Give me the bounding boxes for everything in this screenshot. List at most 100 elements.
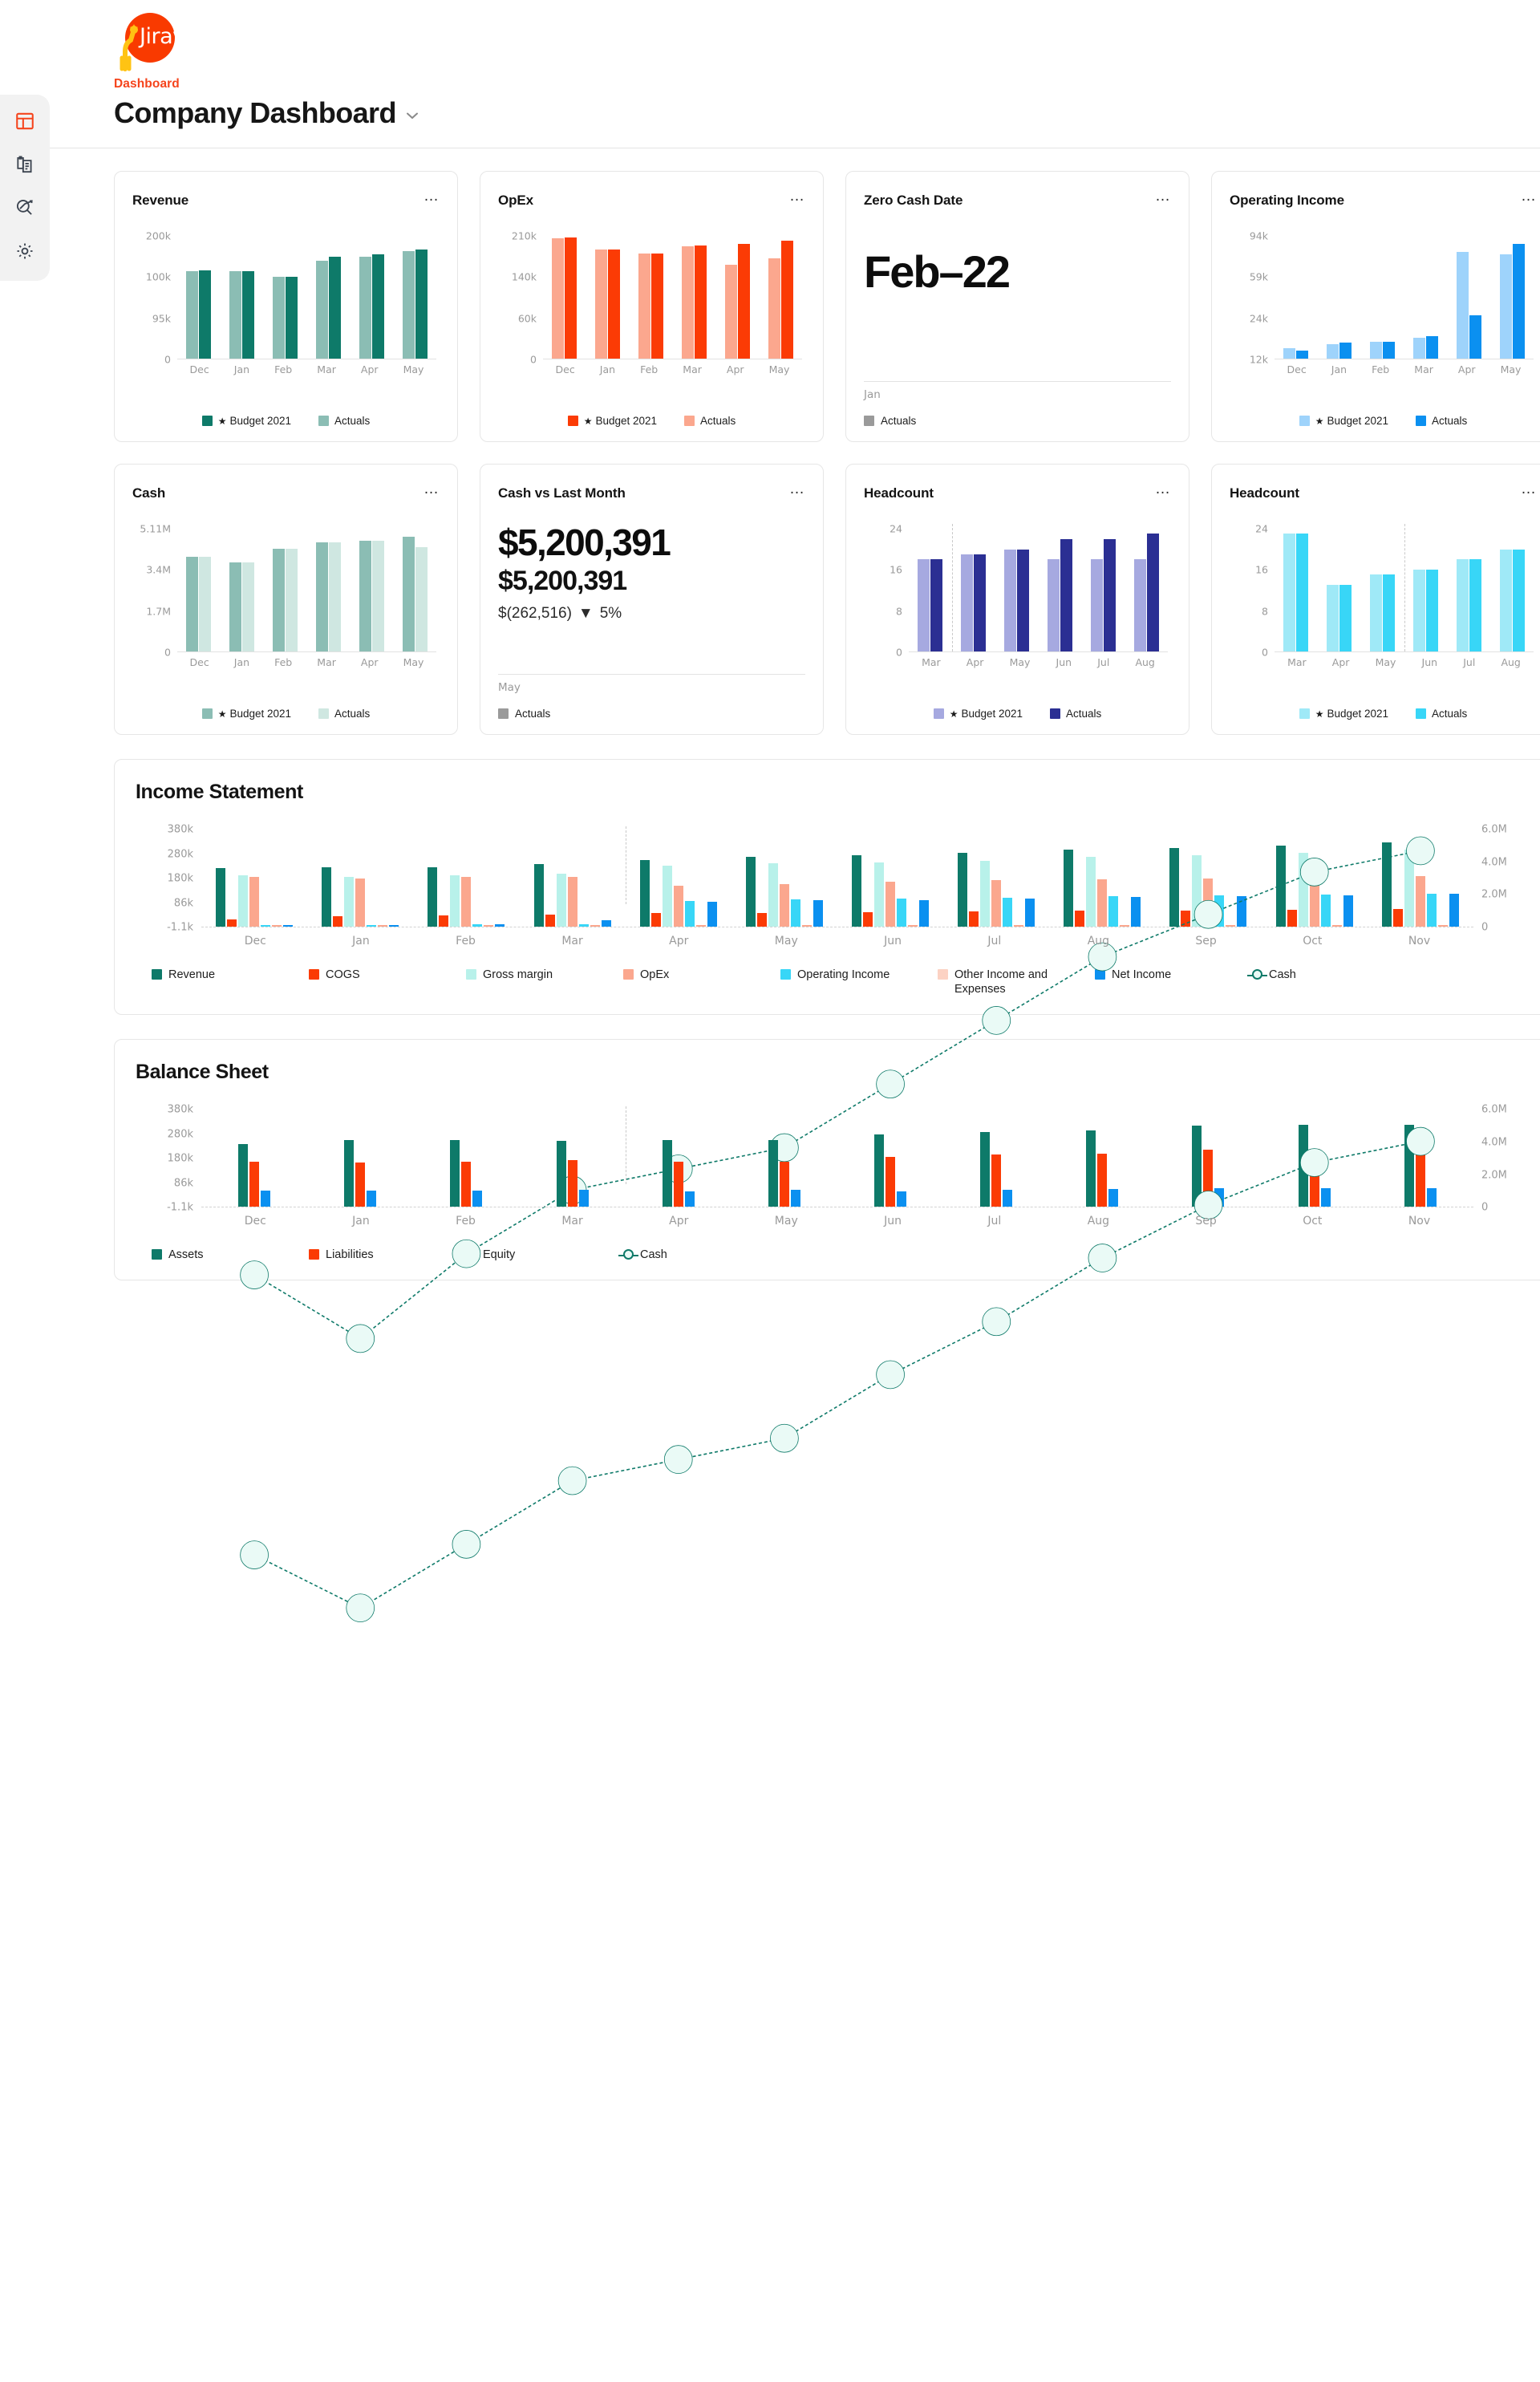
bar[interactable] <box>768 258 780 359</box>
bar[interactable] <box>199 556 212 651</box>
bar[interactable] <box>1296 534 1309 651</box>
cash-point[interactable] <box>1406 1127 1434 1155</box>
cash-point[interactable] <box>1088 1244 1116 1272</box>
legend-item[interactable]: Actuals <box>1050 708 1101 720</box>
bar[interactable] <box>286 277 298 359</box>
bar[interactable] <box>974 554 987 651</box>
bar[interactable] <box>961 554 974 651</box>
bar[interactable] <box>1103 538 1116 651</box>
bar[interactable] <box>359 540 371 651</box>
bar[interactable] <box>930 559 943 651</box>
cash-point[interactable] <box>664 1446 692 1474</box>
sidebar-item-analysis[interactable] <box>13 196 37 220</box>
cash-point[interactable] <box>1300 1149 1328 1177</box>
cash-point[interactable] <box>877 1070 905 1098</box>
bar[interactable] <box>402 536 415 651</box>
bar[interactable] <box>595 249 608 359</box>
bar[interactable] <box>328 257 341 359</box>
bar[interactable] <box>328 542 341 651</box>
bar[interactable] <box>681 246 694 359</box>
legend-item[interactable]: ★ Budget 2021 <box>1299 708 1388 720</box>
bar[interactable] <box>1456 559 1469 651</box>
bar[interactable] <box>1499 254 1512 359</box>
cash-point[interactable] <box>346 1594 375 1622</box>
bar[interactable] <box>780 240 793 359</box>
cash-point[interactable] <box>1300 858 1328 886</box>
bar[interactable] <box>1283 534 1296 651</box>
bar[interactable] <box>724 264 737 359</box>
bar[interactable] <box>1327 585 1339 651</box>
bar[interactable] <box>1296 351 1309 359</box>
bar[interactable] <box>1412 337 1425 359</box>
bar[interactable] <box>1383 574 1396 651</box>
bar[interactable] <box>1456 251 1469 359</box>
bar[interactable] <box>1146 534 1159 651</box>
cash-point[interactable] <box>877 1361 905 1389</box>
bar[interactable] <box>1060 538 1072 651</box>
bar[interactable] <box>242 562 255 651</box>
bar[interactable] <box>1499 549 1512 651</box>
bar[interactable] <box>371 254 384 359</box>
bar[interactable] <box>199 270 212 359</box>
bar[interactable] <box>1017 549 1030 651</box>
jirav-logo[interactable]: Jirav <box>114 10 185 71</box>
card-menu-icon[interactable]: … <box>1521 189 1537 204</box>
bar[interactable] <box>1004 549 1017 651</box>
bar[interactable] <box>1047 559 1060 651</box>
bar[interactable] <box>1425 570 1438 651</box>
bar[interactable] <box>415 249 428 359</box>
bar[interactable] <box>694 245 707 359</box>
bar[interactable] <box>359 257 371 359</box>
cash-point[interactable] <box>452 1531 480 1559</box>
bar[interactable] <box>273 549 286 651</box>
bar[interactable] <box>415 546 428 651</box>
legend-item[interactable]: ★ Budget 2021 <box>201 708 291 720</box>
bar[interactable] <box>1370 574 1383 651</box>
card-menu-icon[interactable]: … <box>1521 481 1537 497</box>
cash-point[interactable] <box>1406 837 1434 865</box>
bar[interactable] <box>651 253 664 359</box>
bar[interactable] <box>1412 570 1425 651</box>
legend-item[interactable]: Actuals <box>318 708 370 720</box>
bar[interactable] <box>1327 344 1339 359</box>
legend-item[interactable]: Actuals <box>1416 708 1467 720</box>
bar[interactable] <box>186 270 199 359</box>
cash-point[interactable] <box>983 1006 1011 1034</box>
bar[interactable] <box>229 270 242 359</box>
bar[interactable] <box>229 562 242 651</box>
bar[interactable] <box>552 237 565 359</box>
bar[interactable] <box>565 237 578 359</box>
bar[interactable] <box>186 556 199 651</box>
bar[interactable] <box>918 559 930 651</box>
breadcrumb[interactable]: Dashboard <box>114 77 1540 91</box>
legend-item[interactable]: Actuals <box>684 415 736 427</box>
bar[interactable] <box>1133 559 1146 651</box>
bar[interactable] <box>1469 559 1481 651</box>
legend-item[interactable]: ★ Budget 2021 <box>201 415 291 427</box>
cash-point[interactable] <box>558 1467 586 1495</box>
bar[interactable] <box>1383 341 1396 359</box>
card-menu-icon[interactable]: … <box>1155 189 1171 204</box>
sidebar-item-dashboard[interactable] <box>13 109 37 133</box>
bar[interactable] <box>1283 347 1296 359</box>
cash-point[interactable] <box>241 1541 269 1569</box>
bar[interactable] <box>608 249 621 359</box>
bar[interactable] <box>315 260 328 359</box>
bar[interactable] <box>286 549 298 651</box>
card-menu-icon[interactable]: … <box>1155 481 1171 497</box>
sidebar-item-settings[interactable] <box>13 239 37 263</box>
bar[interactable] <box>1339 343 1352 359</box>
legend-item[interactable]: ★ Budget 2021 <box>567 415 657 427</box>
bar[interactable] <box>1370 341 1383 359</box>
bar[interactable] <box>1469 315 1481 359</box>
legend-item[interactable]: ★ Budget 2021 <box>1299 415 1388 427</box>
cash-point[interactable] <box>983 1308 1011 1336</box>
bar[interactable] <box>1339 585 1352 651</box>
bar[interactable] <box>1425 336 1438 359</box>
legend-item[interactable]: Actuals <box>318 415 370 427</box>
card-menu-icon[interactable]: … <box>789 481 805 497</box>
bar[interactable] <box>242 270 255 359</box>
sidebar-item-reports[interactable] <box>13 152 37 177</box>
legend-item[interactable]: Actuals <box>1416 415 1467 427</box>
bar[interactable] <box>1512 549 1525 651</box>
